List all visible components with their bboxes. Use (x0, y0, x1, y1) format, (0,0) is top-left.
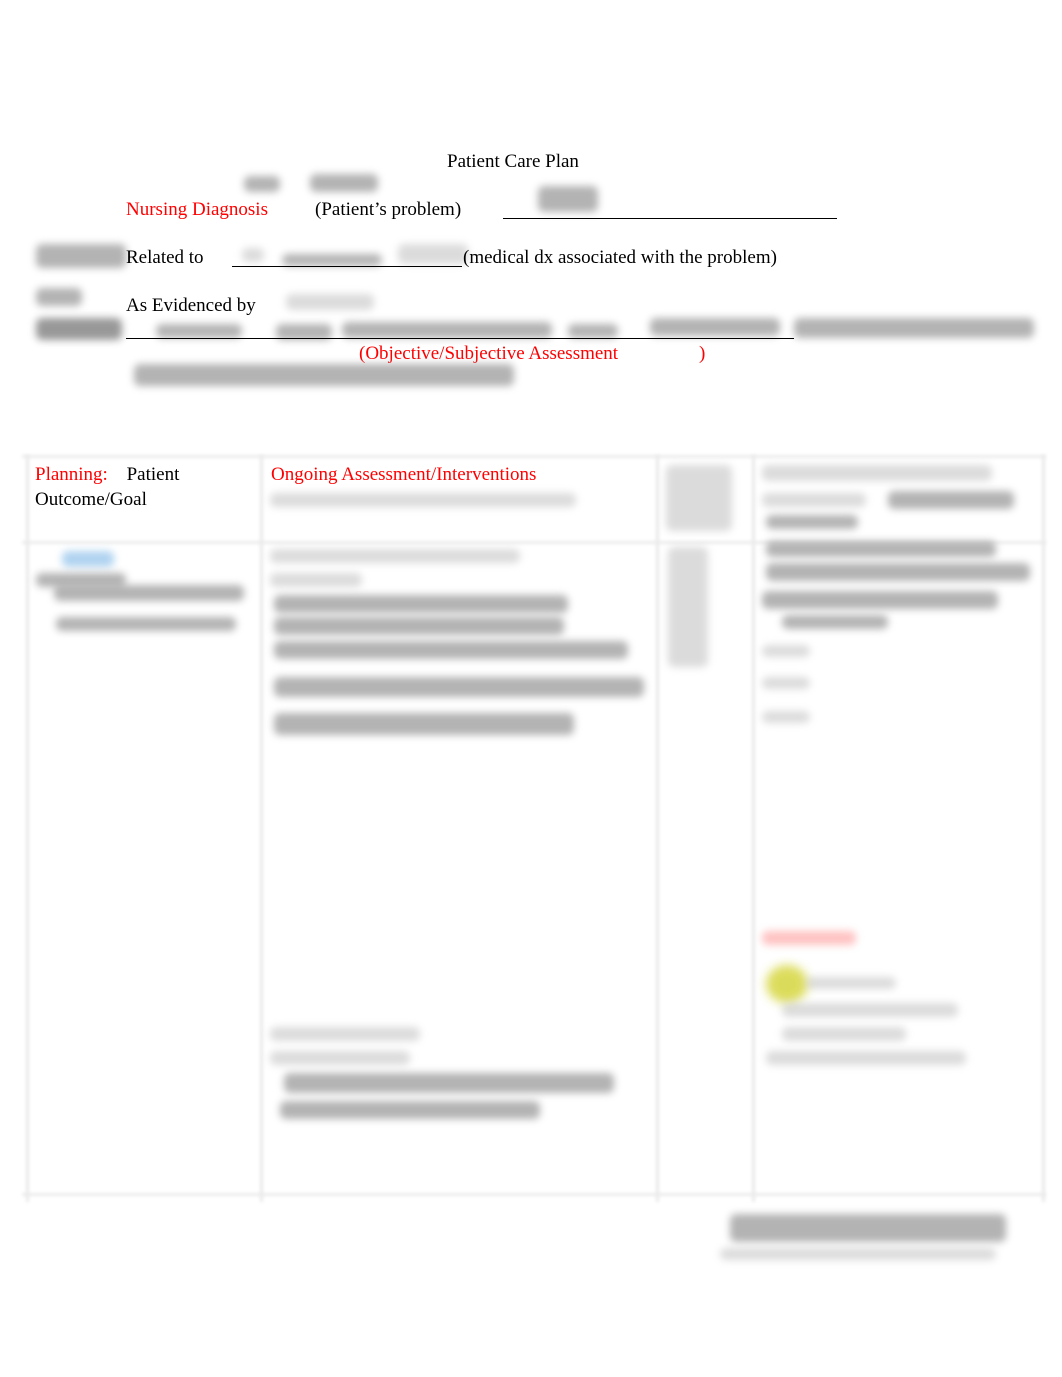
related-to-field-line[interactable] (232, 266, 462, 267)
table-border-right (1042, 455, 1045, 1202)
evaluation-heading (762, 931, 856, 945)
as-evidenced-by-label: As Evidenced by (126, 295, 256, 316)
handwritten-entry (568, 324, 618, 338)
care-plan-table: Planning: Patient Outcome/Goal Ongoing A… (22, 455, 1046, 1202)
evaluation-entry (806, 977, 896, 989)
handwritten-entry (134, 364, 514, 386)
highlighted-entry (62, 551, 114, 567)
handwritten-annotation (36, 288, 82, 306)
handwritten-annotation (36, 318, 122, 340)
goal-entry (56, 617, 236, 631)
handwritten-entry (342, 322, 552, 338)
handwritten-entry (282, 254, 382, 266)
signature (730, 1214, 1006, 1242)
interventions-entry (274, 617, 564, 635)
table-border-bottom (22, 1193, 1046, 1196)
handwritten-entry (286, 294, 374, 310)
handwritten-annotation (244, 176, 280, 192)
table-border-left (26, 455, 29, 1202)
handwritten-entry (538, 186, 598, 212)
handwritten-annotation (310, 174, 378, 192)
interventions-entry (274, 677, 644, 697)
header-column-3 (666, 465, 732, 531)
time-entry (668, 547, 708, 667)
rationale-entry (782, 615, 888, 629)
handwritten-entry (650, 318, 780, 336)
interventions-entry (284, 1073, 614, 1093)
column-divider (752, 455, 755, 1202)
handwritten-entry (242, 248, 264, 262)
table-border-top (22, 455, 1046, 458)
goal-entry (54, 585, 244, 601)
handwritten-annotation (36, 244, 126, 268)
interventions-entry (274, 595, 568, 613)
interventions-entry (270, 549, 520, 563)
interventions-entry (274, 713, 574, 735)
interventions-entry (274, 641, 628, 659)
nursing-diagnosis-label: Nursing Diagnosis (126, 199, 268, 220)
assessment-hint-close: ) (699, 343, 706, 364)
header-planning: Planning: Patient (35, 462, 179, 487)
rationale-entry (766, 541, 996, 557)
handwritten-entry (156, 324, 242, 338)
planning-label-line2: Outcome/Goal (35, 489, 147, 510)
header-column-4 (888, 491, 1014, 509)
handwritten-entry (398, 244, 468, 264)
column-divider (260, 455, 263, 1202)
rationale-entry (766, 563, 1030, 581)
related-to-label: Related to (126, 247, 204, 268)
rationale-entry (762, 677, 810, 689)
interventions-entry (280, 1101, 540, 1119)
evaluation-entry (782, 1003, 958, 1017)
header-ongoing-assessment: Ongoing Assessment/Interventions (271, 464, 537, 485)
header-column-4 (762, 465, 992, 481)
rationale-entry (762, 711, 810, 723)
interventions-entry (270, 1051, 410, 1065)
interventions-entry (270, 1027, 420, 1041)
assessment-hint: (Objective/Subjective Assessment (359, 343, 619, 364)
planning-label: Planning: (35, 464, 108, 485)
column-divider (656, 455, 659, 1202)
nursing-diagnosis-hint: (Patient’s problem) (315, 199, 462, 220)
nursing-diagnosis-field-line[interactable] (503, 218, 837, 219)
header-column-4 (762, 493, 866, 507)
header-subtext (270, 493, 576, 507)
evaluation-entry (766, 1051, 966, 1065)
handwritten-entry (794, 318, 1034, 338)
header-column-4 (766, 515, 858, 529)
signature-caption (720, 1248, 996, 1260)
document-title: Patient Care Plan (447, 151, 579, 172)
as-evidenced-by-field-line[interactable] (126, 338, 794, 339)
rationale-entry (762, 591, 998, 609)
highlight-mark (766, 965, 808, 1003)
related-to-hint: (medical dx associated with the problem) (463, 247, 777, 268)
evaluation-entry (782, 1027, 906, 1041)
interventions-entry (270, 573, 362, 587)
rationale-entry (762, 645, 810, 657)
planning-label-rest: Patient (126, 464, 180, 485)
